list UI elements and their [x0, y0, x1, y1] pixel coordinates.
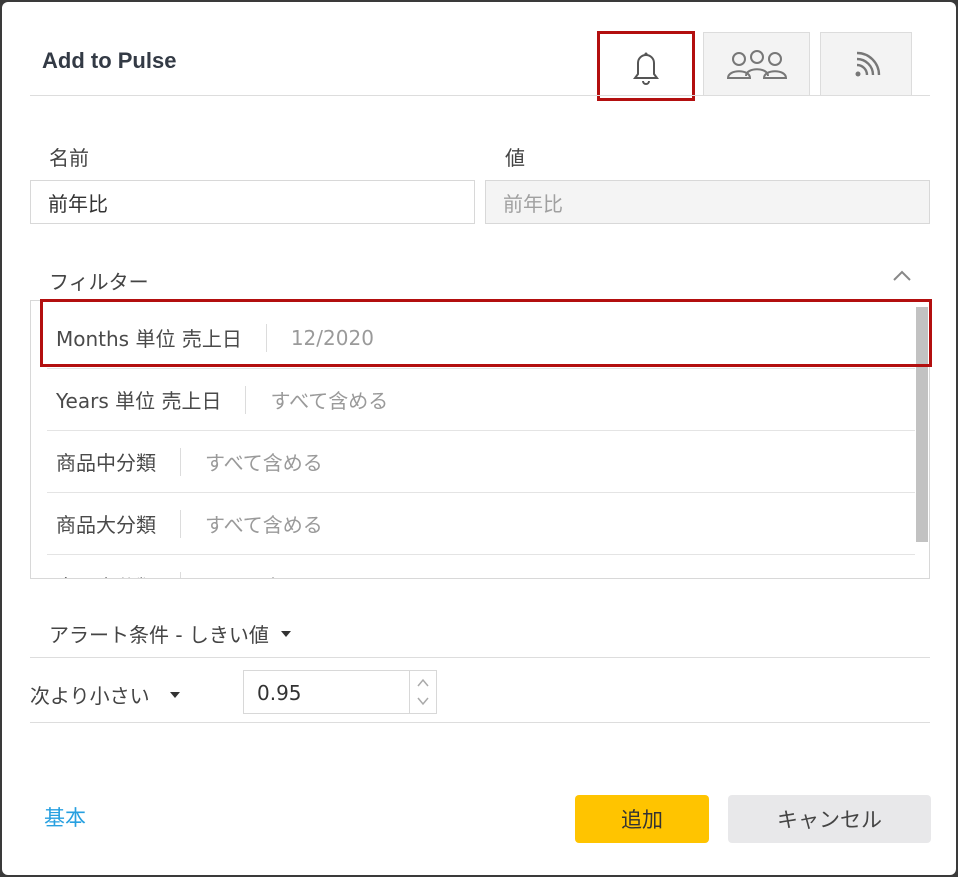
tab-feed[interactable] [820, 32, 912, 96]
filter-value: すべて含める [270, 389, 389, 413]
filter-name: Years 単位 売上日 [56, 389, 222, 413]
filter-value: 12/2020 [290, 325, 374, 350]
alert-condition-dropdown[interactable]: アラート条件 - しきい値 [49, 619, 291, 648]
tab-users[interactable] [703, 32, 810, 96]
chevron-up-icon[interactable] [417, 678, 429, 688]
filter-row-mid-category[interactable]: 商品中分類 すべて含める [47, 431, 915, 493]
header-divider [30, 95, 930, 96]
threshold-input[interactable]: 0.95 [243, 670, 437, 714]
filter-value: すべて含める [205, 571, 323, 578]
basic-link[interactable]: 基本 [44, 802, 86, 832]
filter-name: 商品中分類 [56, 451, 156, 475]
filter-value: すべて含める [205, 513, 323, 537]
filter-name: 商品大分類 [56, 513, 156, 537]
chevron-down-icon[interactable] [417, 696, 429, 706]
value-input: 前年比 [485, 180, 930, 224]
users-icon [726, 49, 787, 79]
filter-separator [180, 571, 181, 578]
add-button[interactable]: 追加 [575, 795, 709, 843]
comparison-label: 次より小さい [30, 684, 150, 708]
filter-list[interactable]: Months 単位 売上日 12/2020 Years 単位 売上日 すべて含め… [30, 300, 930, 579]
filter-separator [265, 323, 267, 352]
comparison-dropdown[interactable]: 次より小さい [30, 680, 180, 709]
dialog-title: Add to Pulse [42, 48, 177, 73]
filter-separator [180, 509, 181, 538]
filter-name: 商品小分類 [47, 571, 156, 578]
threshold-value: 0.95 [257, 681, 302, 705]
filter-scrollbar[interactable] [916, 307, 928, 542]
filter-separator [245, 385, 247, 414]
divider [30, 657, 930, 658]
alert-condition-label: アラート条件 - しきい値 [49, 623, 269, 647]
name-input[interactable]: 前年比 [30, 180, 475, 224]
filter-row-minor-category[interactable]: 商品小分類 すべて含める [47, 555, 915, 578]
filters-title: フィルター [49, 270, 149, 294]
filter-row-years[interactable]: Years 単位 売上日 すべて含める [47, 369, 915, 431]
divider [30, 722, 930, 723]
caret-down-icon [169, 691, 180, 698]
chevron-up-icon[interactable] [890, 266, 914, 286]
filter-separator [180, 447, 181, 476]
tab-notification[interactable] [597, 31, 695, 101]
filter-name: Months 単位 売上日 [56, 327, 242, 351]
filter-row-months[interactable]: Months 単位 売上日 12/2020 [47, 307, 915, 369]
cancel-button[interactable]: キャンセル [728, 795, 931, 843]
add-to-pulse-dialog: Add to Pulse 名前 値 前年比 前年比 フィルター Months 単… [2, 2, 956, 875]
name-label: 名前 [49, 146, 89, 170]
filter-value: すべて含める [205, 451, 323, 475]
threshold-stepper[interactable] [409, 671, 436, 713]
filter-row-major-category[interactable]: 商品大分類 すべて含める [47, 493, 915, 555]
value-label: 値 [505, 146, 525, 170]
rss-icon [855, 51, 881, 76]
caret-down-icon [280, 630, 291, 637]
bell-icon [633, 52, 659, 85]
